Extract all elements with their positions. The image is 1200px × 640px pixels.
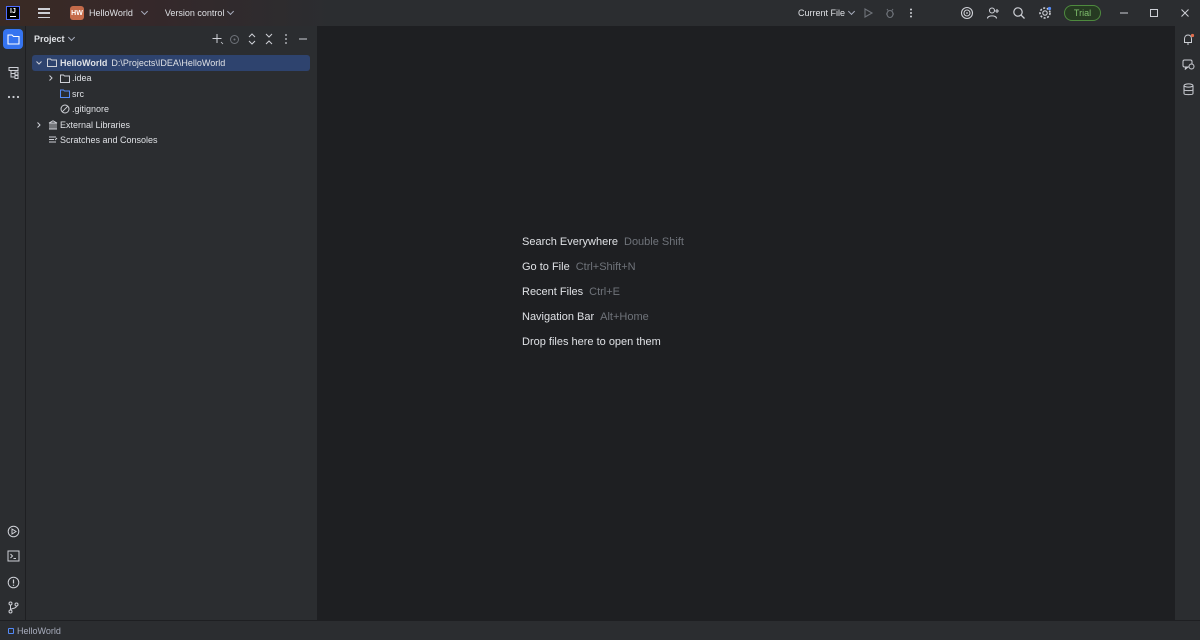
expand-all-icon[interactable] [243,29,260,49]
hint-navigation-bar: Navigation Bar Alt+Home [522,304,684,329]
tree-item-label: src [72,88,84,99]
maximize-icon[interactable] [1139,0,1169,26]
services-run-icon[interactable] [3,521,23,541]
status-breadcrumb-label: HelloWorld [17,625,61,636]
chevron-right-icon[interactable] [47,74,55,82]
project-tree: HelloWorld D:\Projects\IDEA\HelloWorld .i… [26,55,318,148]
more-actions-icon[interactable] [900,2,922,24]
terminal-icon[interactable] [3,546,23,566]
vcs-widget[interactable]: Version control [164,3,235,23]
tree-item-scratches[interactable]: Scratches and Consoles [26,133,318,149]
chevron-down-icon [67,33,75,42]
hint-search-everywhere: Search Everywhere Double Shift [522,229,684,254]
ignored-file-icon [60,104,70,114]
close-icon[interactable] [1170,0,1200,26]
problems-icon[interactable] [3,572,23,592]
trial-badge[interactable]: Trial [1064,5,1101,21]
notifications-icon[interactable] [1178,29,1198,49]
tree-item-label: External Libraries [60,119,131,130]
tree-item-gitignore[interactable]: .gitignore [26,102,318,118]
chevron-down-icon[interactable] [35,59,43,67]
hint-label: Recent Files [522,285,584,298]
project-panel: Project HelloWorld D:\Projects\IDEA\Hell… [26,26,318,620]
search-icon[interactable] [1008,2,1030,24]
project-folder-icon[interactable] [3,29,23,49]
git-icon[interactable] [3,597,23,617]
ai-spiral-icon[interactable] [956,2,978,24]
module-folder-icon [47,58,57,68]
tree-item-label: .idea [72,73,92,84]
collapse-all-icon[interactable] [260,29,277,49]
chevron-right-icon[interactable] [35,121,43,129]
structure-icon[interactable] [3,62,23,82]
library-icon [48,120,58,130]
add-icon[interactable] [209,29,226,49]
add-user-icon[interactable] [982,2,1004,24]
tree-item-idea[interactable]: .idea [26,71,318,87]
app-logo-icon: IJ [6,6,20,20]
tree-item-root[interactable]: HelloWorld D:\Projects\IDEA\HelloWorld [32,55,310,71]
hide-panel-icon[interactable] [294,29,311,49]
chevron-down-icon [140,7,148,16]
hint-shortcut: Alt+Home [600,310,649,323]
ai-assistant-icon[interactable] [1178,54,1198,74]
tree-item-label: HelloWorld [60,57,108,68]
main-menu-icon[interactable] [38,8,50,18]
vcs-label: Version control [164,8,225,18]
left-tool-strip [0,26,26,620]
debug-icon[interactable] [879,2,901,24]
tree-item-src[interactable]: src [26,86,318,102]
project-view-selector[interactable]: Project [34,33,75,44]
tree-item-label: .gitignore [72,104,110,115]
scratches-icon [48,135,58,145]
tree-item-path: D:\Projects\IDEA\HelloWorld [111,57,226,68]
hint-label: Navigation Bar [522,310,595,323]
hint-go-to-file: Go to File Ctrl+Shift+N [522,254,684,279]
folder-icon [60,73,70,83]
project-panel-header: Project [26,26,317,52]
options-icon[interactable] [277,29,294,49]
database-icon[interactable] [1178,79,1198,99]
hint-label: Search Everywhere [522,235,618,248]
project-name: HelloWorld [89,8,133,18]
status-breadcrumb[interactable]: HelloWorld [8,626,61,636]
empty-editor-hints: Search Everywhere Double Shift Go to Fil… [522,229,684,354]
right-tool-strip [1174,26,1200,620]
chevron-down-icon [227,7,235,16]
run-config-widget[interactable]: Current File [798,0,856,26]
editor-empty-area[interactable]: Search Everywhere Double Shift Go to Fil… [318,26,1174,620]
hint-drop-files: Drop files here to open them [522,329,684,354]
module-icon [8,627,14,634]
title-bar: IJ HW HelloWorld Version control Current… [0,0,1200,26]
hint-label: Drop files here to open them [522,335,661,348]
hint-shortcut: Ctrl+E [589,285,621,298]
hint-label: Go to File [522,260,570,273]
status-bar: HelloWorld [0,620,1200,640]
run-config-label: Current File [798,8,846,18]
project-widget[interactable]: HW HelloWorld [66,3,151,23]
minimize-icon[interactable] [1109,0,1139,26]
hint-shortcut: Double Shift [624,235,684,248]
more-tools-icon[interactable] [3,87,23,107]
source-folder-icon [60,89,70,99]
chevron-down-icon [847,7,856,16]
locate-file-icon[interactable] [226,29,243,49]
run-icon[interactable] [857,2,879,24]
settings-icon[interactable] [1034,2,1056,24]
project-panel-title: Project [34,34,65,44]
tree-item-label: Scratches and Consoles [60,135,158,146]
tree-item-external-libraries[interactable]: External Libraries [26,117,318,133]
hint-recent-files: Recent Files Ctrl+E [522,279,684,304]
project-badge: HW [70,6,84,20]
hint-shortcut: Ctrl+Shift+N [575,260,636,273]
